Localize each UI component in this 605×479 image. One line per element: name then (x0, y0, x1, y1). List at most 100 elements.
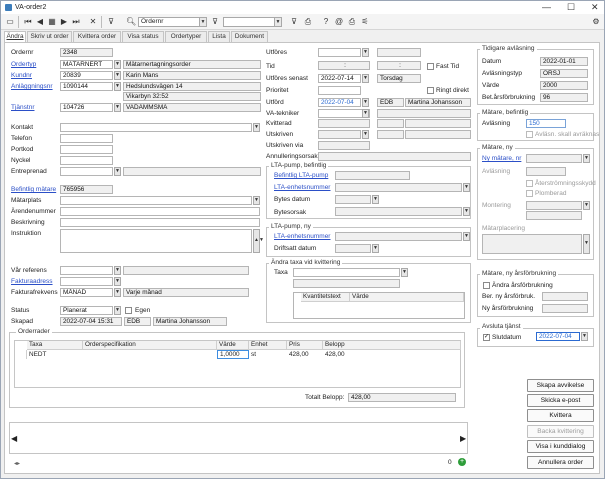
anlaggningsnr-field[interactable]: 1090144 (60, 82, 113, 91)
kundnr-link[interactable]: Kundnr (11, 72, 32, 80)
chevron-down-icon[interactable]: ▼ (581, 332, 588, 341)
portkod-field[interactable] (60, 145, 113, 154)
befintlig-matare-link[interactable]: Befintlig mätare (11, 186, 56, 194)
chevron-down-icon[interactable]: ▼ (114, 60, 121, 69)
andra-arsforbrukning-checkbox[interactable] (483, 282, 490, 289)
funnel-icon[interactable]: ⊽ (106, 17, 116, 27)
backa-kvittering-button[interactable]: Backa kvittering (527, 425, 594, 438)
filter-clear-icon[interactable]: ⊽ (289, 17, 299, 27)
chevron-down-icon[interactable]: ▼ (274, 17, 282, 27)
settings-icon[interactable]: ⚙ (591, 17, 601, 27)
chevron-down-icon[interactable]: ▼ (362, 130, 369, 139)
beskrivning-field[interactable] (60, 218, 260, 227)
chevron-down-icon[interactable]: ▼ (114, 266, 121, 275)
annullera-order-button[interactable]: Annullera order (527, 456, 594, 469)
chevron-down-icon[interactable]: ▼ (362, 48, 369, 57)
skapa-avvikelse-button[interactable]: Skapa avvikelse (527, 379, 594, 392)
chevron-down-icon[interactable]: ▼ (362, 98, 369, 107)
cell-taxa[interactable]: NEDT (27, 350, 83, 359)
chevron-down-icon[interactable]: ▼ (114, 82, 121, 91)
add-icon[interactable]: + (458, 458, 466, 466)
resize-grip-icon[interactable]: ◂▸ (14, 460, 20, 468)
cell-enhet[interactable]: st (249, 350, 287, 359)
ordertyp-link[interactable]: Ordertyp (11, 61, 36, 69)
chevron-down-icon[interactable]: ▼ (253, 123, 260, 132)
chevron-down-icon[interactable]: ▼ (114, 277, 121, 286)
lta-enhetsnummer-link[interactable]: LTA-enhetsnummer (274, 184, 330, 192)
fakturafrekvens-field[interactable]: MÅNAD (60, 288, 113, 297)
chevron-down-icon[interactable]: ▼ (372, 195, 379, 204)
kontakt-field[interactable] (60, 123, 252, 132)
tab-skriv-ut-order[interactable]: Skriv ut order (27, 31, 72, 42)
utfores-field[interactable] (318, 48, 361, 57)
chevron-down-icon[interactable]: ▼ (401, 268, 408, 277)
chevron-down-icon[interactable]: ▼ (114, 288, 121, 297)
chart-icon[interactable]: ⚟ (360, 17, 370, 27)
chevron-down-icon[interactable]: ▼ (463, 183, 470, 192)
tab-kvittera-order[interactable]: Kvittera order (73, 31, 121, 42)
taxa-field[interactable] (293, 268, 400, 277)
new-icon[interactable]: ▭ (5, 17, 15, 27)
chevron-down-icon[interactable]: ▼ (114, 306, 121, 315)
chevron-down-icon[interactable]: ▼ (583, 154, 590, 163)
tab-lista[interactable]: Lista (208, 31, 230, 42)
tjanstnr-field[interactable]: 104726 (60, 103, 113, 112)
row-indicator[interactable] (15, 350, 27, 359)
tjanstnr-link[interactable]: Tjänstnr (11, 104, 34, 112)
chevron-down-icon[interactable]: ▼ (199, 17, 207, 27)
kvittera-button[interactable]: Kvittera (527, 409, 594, 422)
ny-matare-nr-link[interactable]: Ny mätare, nr (482, 155, 521, 163)
chevron-down-icon[interactable]: ▼ (463, 232, 470, 241)
chevron-down-icon[interactable]: ▼ (114, 167, 121, 176)
telefon-field[interactable] (60, 134, 113, 143)
search-input[interactable] (223, 17, 275, 27)
plomberad-checkbox[interactable] (526, 190, 533, 197)
skicka-epost-button[interactable]: Skicka e-post (527, 394, 594, 407)
chevron-down-icon[interactable]: ▼ (114, 71, 121, 80)
first-record-icon[interactable]: ⏮ (23, 17, 33, 27)
fakturaadress-link[interactable]: Fakturaadress (11, 278, 53, 286)
lta-ny-enhetsnummer-link[interactable]: LTA-enhetsnummer (274, 233, 330, 241)
chevron-down-icon[interactable]: ▼ (372, 244, 379, 253)
instruktion-textarea[interactable] (60, 229, 252, 253)
previous-record-icon[interactable]: ◀ (35, 17, 45, 27)
matarplacering-scroll[interactable]: ▼ (583, 234, 590, 254)
fakturaadress-field[interactable] (60, 277, 113, 286)
ringt-direkt-checkbox[interactable] (427, 87, 434, 94)
slutdatum-field[interactable]: 2022-07-04 (536, 332, 580, 341)
chevron-down-icon[interactable]: ▼ (253, 196, 260, 205)
nyckel-field[interactable] (60, 156, 113, 165)
avrakning-checkbox[interactable] (526, 131, 533, 138)
tab-ordertyper[interactable]: Ordertyper (165, 31, 207, 42)
cell-belopp[interactable]: 428,00 (323, 350, 383, 359)
print-icon[interactable]: ⎙ (347, 17, 357, 27)
last-record-icon[interactable]: ⏭ (71, 17, 81, 27)
cell-varde[interactable]: 1,0000 (217, 350, 249, 359)
chevron-down-icon[interactable]: ▼ (583, 201, 590, 210)
fast-tid-checkbox[interactable] (427, 63, 434, 70)
search-icon[interactable]: 🔍︎ (126, 17, 136, 27)
chevron-down-icon[interactable]: ▼ (362, 109, 369, 118)
email-icon[interactable]: @ (334, 17, 344, 27)
chevron-down-icon[interactable]: ▼ (114, 103, 121, 112)
search-field-combo[interactable]: Ordernr (138, 17, 200, 27)
grid-icon[interactable]: ▦ (47, 17, 57, 27)
anlaggningsnr-link[interactable]: Anläggningsnr (11, 83, 53, 91)
utfores-senast-field[interactable]: 2022-07-14 (318, 74, 361, 83)
utford-field[interactable]: 2022-07-04 (318, 98, 361, 107)
maximize-button[interactable]: ☐ (567, 2, 575, 13)
scroll-left-icon[interactable]: ◀ (11, 435, 17, 443)
scroll-right-icon[interactable]: ▶ (460, 435, 466, 443)
prioritet-field[interactable] (318, 86, 361, 95)
entreprenad-field[interactable] (60, 167, 113, 176)
filter-icon[interactable]: ⊽ (210, 17, 220, 27)
befintlig-lta-pump-link[interactable]: Befintlig LTA-pump (274, 172, 328, 180)
delete-icon[interactable]: ✕ (88, 17, 98, 27)
chevron-down-icon[interactable]: ▼ (362, 74, 369, 83)
egen-checkbox[interactable] (125, 307, 132, 314)
ordertyp-field[interactable]: MÄTARNERT (60, 60, 113, 69)
tid-to[interactable]: : (377, 61, 421, 70)
printer-icon[interactable]: ⎙ (303, 17, 313, 27)
matarplats-field[interactable] (60, 196, 252, 205)
cell-orderspecifikation[interactable] (83, 350, 217, 359)
